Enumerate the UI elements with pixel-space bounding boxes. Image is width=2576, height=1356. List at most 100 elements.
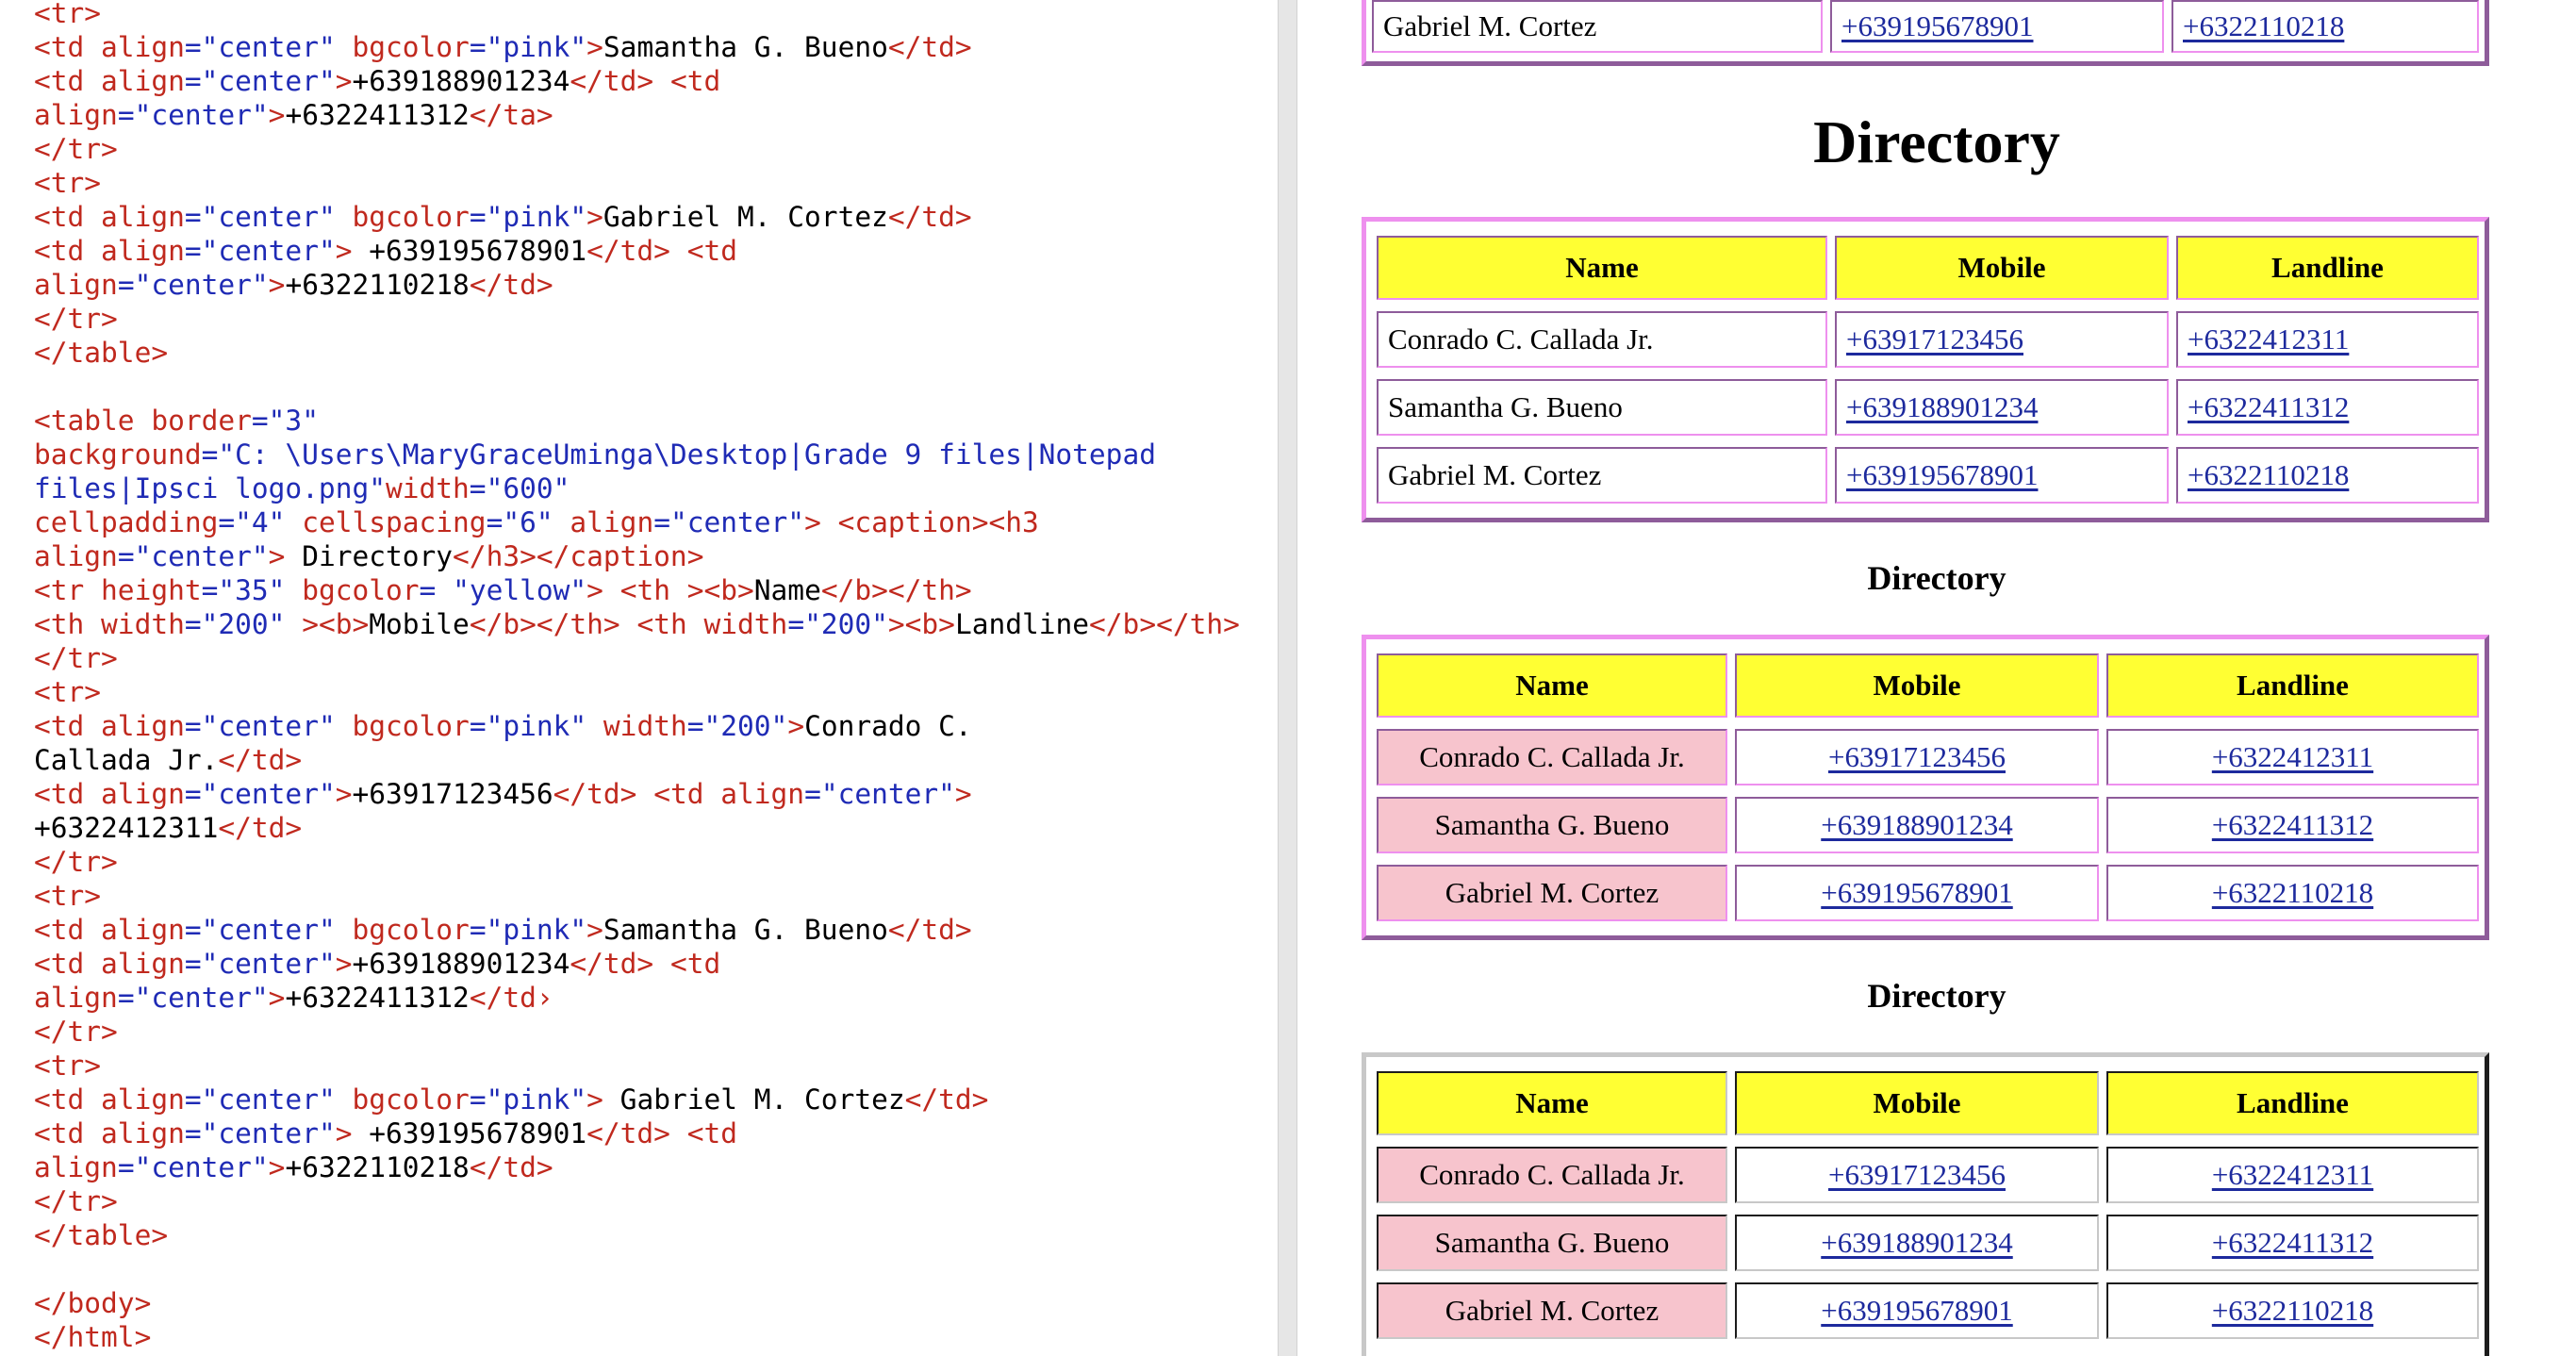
code-token: = [184,710,202,742]
code-line: <th width="200" ><b>Mobile</b></th> <th … [34,607,1240,641]
code-token: align [101,31,185,63]
mobile-link[interactable]: +639188901234 [1821,808,2012,842]
code-line: <td align="center" bgcolor="pink">Samant… [34,30,1240,64]
name-cell: Samantha G. Bueno [1377,1215,1727,1271]
landline-cell[interactable]: +6322110218 [2171,0,2479,53]
mobile-cell[interactable]: +63917123456 [1735,1147,2099,1203]
name-cell: Gabriel M. Cortez [1372,0,1823,53]
code-token: <td [669,65,721,97]
landline-link[interactable]: +6322411312 [2188,390,2349,424]
code-line: <td align="center" bgcolor="pink" width=… [34,709,1240,743]
code-token: = [117,540,135,572]
code-token: Callada Jr. [34,744,219,776]
mobile-link[interactable]: +639188901234 [1846,390,2038,424]
code-token: "pink" [486,201,587,233]
landline-cell[interactable]: +6322412311 [2176,311,2479,368]
code-token: > [268,540,286,572]
landline-link[interactable]: +6322412311 [2212,1158,2373,1192]
landline-cell[interactable]: +6322412311 [2106,1147,2479,1203]
mobile-cell[interactable]: +63917123456 [1835,311,2169,368]
mobile-link[interactable]: +639195678901 [1821,876,2012,910]
code-token: <td [34,65,102,97]
landline-cell[interactable]: +6322411312 [2106,797,2479,853]
mobile-link[interactable]: +639188901234 [1821,1226,2012,1260]
code-line: </tr> [34,641,1240,675]
code-line: <td align="center" bgcolor="pink"> Gabri… [34,1083,1240,1116]
mobile-cell[interactable]: +639188901234 [1735,797,2099,853]
code-token: </td> [887,914,972,946]
code-token: </html> [34,1321,152,1353]
code-token: width [385,472,470,504]
landline-link[interactable]: +6322110218 [2212,876,2373,910]
code-token: "center" [134,982,269,1014]
name-cell: Samantha G. Bueno [1377,379,1827,436]
code-token: = [201,438,219,471]
landline-cell[interactable]: +6322412311 [2106,729,2479,785]
landline-cell[interactable]: +6322110218 [2106,865,2479,921]
mobile-link[interactable]: +639195678901 [1846,458,2038,492]
landline-link[interactable]: +6322110218 [2212,1294,2373,1328]
code-token: Mobile [369,608,470,640]
code-token: "center" [201,710,336,742]
code-token: <td [653,778,721,810]
code-token: </td› [469,982,553,1014]
code-token: "pink" [486,31,587,63]
mobile-cell[interactable]: +639188901234 [1835,379,2169,436]
code-token: <td [34,201,102,233]
landline-cell[interactable]: +6322411312 [2176,379,2479,436]
landline-link[interactable]: +6322411312 [2212,1226,2373,1260]
mobile-link[interactable]: +63917123456 [1846,322,2023,356]
code-token: </td> [469,1151,553,1183]
code-token: ><b> [686,574,754,606]
landline-cell[interactable]: +6322411312 [2106,1215,2479,1271]
code-token: </table> [34,1219,169,1251]
landline-cell[interactable]: +6322110218 [2176,447,2479,504]
mobile-link[interactable]: +63917123456 [1828,1158,2006,1192]
code-token: </td> [218,812,303,844]
code-token: +639188901234 [352,948,570,980]
code-line: <tr> [34,166,1240,200]
landline-link[interactable]: +6322412311 [2188,322,2349,356]
code-line: <td align="center" bgcolor="pink">Samant… [34,913,1240,947]
code-token: </b></th> [469,608,620,640]
code-token: background [34,438,202,471]
code-token: = [469,201,487,233]
code-token: </td> [469,269,553,301]
code-token: align [553,506,654,538]
landline-link[interactable]: +6322411312 [2212,808,2373,842]
landline-link[interactable]: +6322110218 [2188,458,2349,492]
directory-table-2: Name Mobile Landline Conrado C. Callada … [1362,635,2489,940]
code-editor-pane[interactable]: <tr> <td align="center" bgcolor="pink">Sa… [0,0,1278,1356]
landline-cell[interactable]: +6322110218 [2106,1282,2479,1339]
code-token: <td [34,235,102,267]
code-line: </tr> [34,132,1240,166]
mobile-cell[interactable]: +639195678901 [1830,0,2164,53]
code-token: align [101,1083,185,1116]
code-line: </tr> [34,302,1240,336]
mobile-cell[interactable]: +63917123456 [1735,729,2099,785]
table-3-caption: Directory [1867,977,2006,1015]
landline-link[interactable]: +6322412311 [2212,740,2373,774]
code-line: cellpadding="4" cellspacing="6" align="c… [34,505,1240,539]
landline-link[interactable]: +6322110218 [2183,9,2344,43]
mobile-cell[interactable]: +639188901234 [1735,1215,2099,1271]
mobile-link[interactable]: +639195678901 [1821,1294,2012,1328]
code-token: = [117,269,135,301]
mobile-cell[interactable]: +639195678901 [1835,447,2169,504]
code-token: align [101,65,185,97]
code-token: = [184,778,202,810]
code-line: background="C: \Users\MaryGraceUminga\De… [34,438,1240,471]
header-landline: Landline [2176,236,2479,300]
code-token: = [184,31,202,63]
code-token: > [586,1083,603,1116]
mobile-link[interactable]: +639195678901 [1841,9,2033,43]
pane-divider[interactable] [1278,0,1297,1356]
code-token: </td> [887,31,972,63]
code-line: </tr> [34,1184,1240,1218]
mobile-link[interactable]: +63917123456 [1828,740,2006,774]
mobile-cell[interactable]: +639195678901 [1735,1282,2099,1339]
code-token: <caption><h3 [837,506,1039,538]
code-token: = [184,608,202,640]
mobile-cell[interactable]: +639195678901 [1735,865,2099,921]
code-token: </table> [34,337,169,369]
